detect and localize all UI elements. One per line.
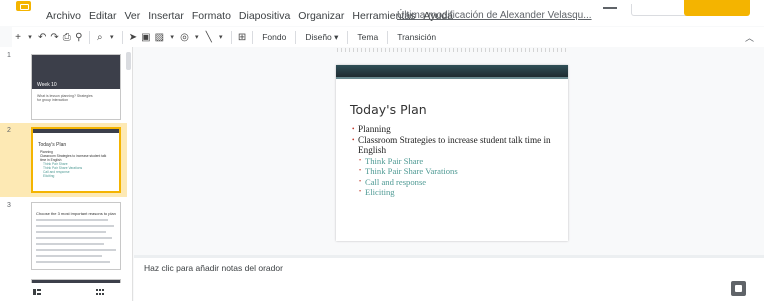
slide-number: 3 — [7, 202, 11, 209]
sub-bullet-item: Think Pair Share Varations — [352, 166, 562, 177]
slide-thumbnail-3[interactable]: Choose the 3 most important reasons to p… — [31, 202, 121, 270]
filmstrip-scrollbar[interactable] — [126, 52, 131, 70]
layout-button[interactable]: Diseño ▾ — [300, 32, 343, 43]
select-cursor-icon[interactable]: ➤ — [127, 29, 139, 45]
thumb-header-band — [33, 129, 119, 133]
thumb-title: Today's Plan — [38, 142, 67, 148]
thumb-line — [36, 243, 104, 245]
thumb-title: Week 10 — [37, 82, 57, 88]
shape-icon[interactable]: ◎ — [178, 29, 191, 45]
share-button[interactable] — [684, 0, 750, 16]
toolbar-divider — [230, 30, 232, 44]
background-button[interactable]: Fondo — [257, 32, 291, 42]
ruler — [337, 48, 567, 52]
slide-body[interactable]: Planning Classroom Strategies to increas… — [352, 124, 562, 198]
toolbar-divider — [121, 30, 123, 44]
explore-icon[interactable] — [731, 281, 746, 296]
menu-ver[interactable]: Ver — [124, 10, 140, 22]
menu-insertar[interactable]: Insertar — [148, 10, 184, 22]
toolbar: + ▾ ↶ ↷ ⎙ ⚲ ⌕ ▾ ➤ ▣ ▨ ▾ ◎ ▾ ╲ ▾ ⊞ Fondo … — [12, 27, 764, 47]
shape-dropdown-icon[interactable]: ▾ — [191, 29, 203, 45]
text-box-icon[interactable]: ▣ — [139, 29, 152, 45]
new-slide-dropdown-icon[interactable]: ▾ — [24, 29, 36, 45]
slide-header-accent — [336, 77, 568, 79]
current-slide[interactable]: Today's Plan Planning Classroom Strategi… — [336, 65, 568, 241]
thumb-title: Choose the 3 most important reasons to p… — [36, 211, 116, 216]
toolbar-divider — [88, 30, 90, 44]
filmstrip-slot-3[interactable]: 3 Choose the 3 most important reasons to… — [0, 199, 127, 279]
slide-number: 2 — [7, 127, 11, 134]
menu-diapositiva[interactable]: Diapositiva — [239, 10, 290, 22]
toolbar-divider — [295, 30, 297, 44]
thumb-line: Classroom Strategies to increase student… — [40, 154, 107, 162]
paint-format-icon[interactable]: ⚲ — [73, 29, 85, 45]
collapse-menu-icon[interactable]: ︿ — [745, 31, 754, 44]
bullet-item: Classroom Strategies to increase student… — [352, 135, 562, 156]
slide-thumbnail-2[interactable]: Today's Plan Planning Classroom Strategi… — [31, 127, 121, 193]
toolbar-divider — [387, 30, 389, 44]
slide-title[interactable]: Today's Plan — [350, 102, 427, 117]
thumb-line: Eliciting — [43, 174, 55, 178]
menu-organizar[interactable]: Organizar — [298, 10, 344, 22]
zoom-dropdown-icon[interactable]: ▾ — [106, 29, 118, 45]
slide-header-band — [336, 65, 568, 77]
zoom-icon[interactable]: ⌕ — [94, 29, 106, 45]
bullet-item: Planning — [352, 124, 562, 135]
speaker-notes-panel[interactable]: Haz clic para añadir notas del orador — [134, 258, 764, 301]
image-dropdown-icon[interactable]: ▾ — [166, 29, 178, 45]
toolbar-divider — [347, 30, 349, 44]
thumb-subtitle: What is lesson planning? Strategies for … — [37, 94, 93, 102]
slide-filmstrip: 1 Week 10 What is lesson planning? Strat… — [0, 47, 133, 301]
thumb-bullets: Planning Classroom Strategies to increas… — [40, 150, 110, 178]
slides-app: Archivo Editar Ver Insertar Formato Diap… — [0, 0, 764, 301]
menu-archivo[interactable]: Archivo — [46, 10, 81, 22]
line-dropdown-icon[interactable]: ▾ — [215, 29, 227, 45]
speaker-notes-placeholder[interactable]: Haz clic para añadir notas del orador — [144, 263, 283, 273]
line-icon[interactable]: ╲ — [203, 29, 215, 45]
slide-thumbnail-1[interactable]: Week 10 What is lesson planning? Strateg… — [31, 54, 121, 120]
comment-icon[interactable]: ⊞ — [236, 29, 248, 45]
transition-button[interactable]: Transición — [392, 32, 441, 42]
image-icon[interactable]: ▨ — [153, 29, 166, 45]
menu-formato[interactable]: Formato — [192, 10, 231, 22]
activity-icon[interactable] — [603, 7, 617, 9]
slide-number: 1 — [7, 52, 11, 59]
thumb-line — [36, 255, 102, 257]
slides-logo-icon[interactable] — [16, 1, 31, 11]
sub-bullet-item: Think Pair Share — [352, 156, 562, 167]
menu-editar[interactable]: Editar — [89, 10, 116, 22]
thumb-line — [36, 237, 112, 239]
grid-view-icon[interactable] — [96, 289, 104, 295]
menu-bar: Archivo Editar Ver Insertar Formato Diap… — [0, 0, 764, 26]
view-toggle-bar — [0, 283, 132, 301]
filmstrip-view-icon[interactable] — [33, 289, 41, 295]
thumb-line — [36, 219, 108, 221]
filmstrip-slot-2[interactable]: 2 Today's Plan Planning Classroom Strate… — [0, 123, 127, 197]
thumb-line — [36, 231, 106, 233]
sub-bullet-item: Eliciting — [352, 187, 562, 198]
thumb-line — [36, 225, 114, 227]
sub-bullet-item: Call and response — [352, 177, 562, 188]
print-icon[interactable]: ⎙ — [61, 29, 73, 45]
last-modified-link[interactable]: Última modificación de Alexander Velasqu… — [397, 10, 592, 21]
thumb-line — [36, 261, 110, 263]
undo-icon[interactable]: ↶ — [36, 29, 48, 45]
theme-button[interactable]: Tema — [352, 32, 383, 42]
new-slide-icon[interactable]: + — [12, 29, 24, 45]
toolbar-divider — [252, 30, 254, 44]
redo-icon[interactable]: ↷ — [48, 29, 60, 45]
filmstrip-slot-1[interactable]: 1 Week 10 What is lesson planning? Strat… — [0, 50, 127, 124]
thumb-line — [36, 249, 116, 251]
